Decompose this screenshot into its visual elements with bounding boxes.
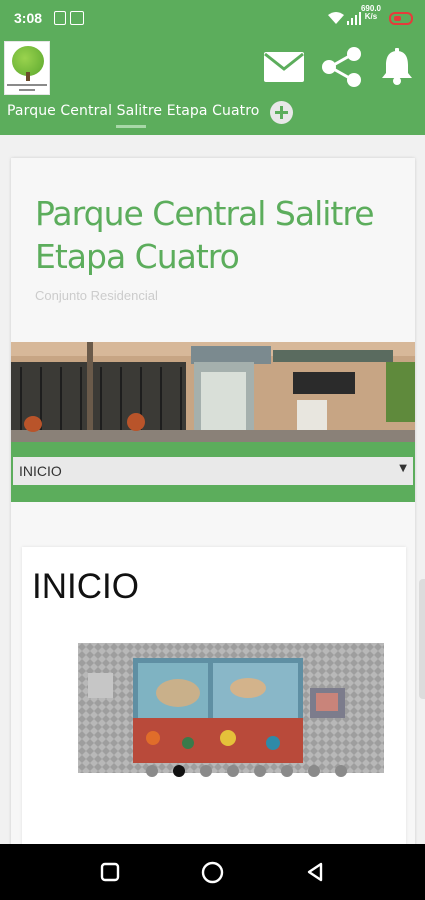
sim-icon bbox=[54, 11, 66, 25]
home-icon[interactable] bbox=[201, 861, 224, 884]
menu-bar: INICIO ▼ bbox=[11, 442, 415, 502]
status-bar: 3:08 690.0 K/s bbox=[0, 0, 425, 37]
logo-text-line-2 bbox=[19, 89, 35, 91]
carousel-dot[interactable] bbox=[254, 765, 266, 777]
network-speed-unit: K/s bbox=[364, 12, 378, 21]
site-subtitle: Conjunto Residencial bbox=[35, 288, 158, 303]
site-logo[interactable] bbox=[4, 41, 50, 95]
recents-icon[interactable] bbox=[100, 862, 120, 882]
carousel-dot[interactable] bbox=[200, 765, 212, 777]
logo-text-line bbox=[7, 84, 47, 86]
carousel-dot[interactable] bbox=[308, 765, 320, 777]
battery-icon bbox=[389, 12, 413, 25]
share-icon[interactable] bbox=[321, 47, 363, 87]
gallery-icon bbox=[70, 11, 84, 25]
app-bar: Parque Central Salitre Etapa Cuatro bbox=[0, 37, 425, 135]
wifi-icon bbox=[328, 12, 344, 24]
menu-select[interactable]: INICIO ▼ bbox=[13, 457, 413, 485]
site-tab-row: Parque Central Salitre Etapa Cuatro bbox=[0, 100, 425, 128]
section-heading: INICIO bbox=[32, 567, 139, 606]
content-area: Parque Central Salitre Etapa Cuatro Conj… bbox=[0, 135, 425, 867]
site-card: Parque Central Salitre Etapa Cuatro Conj… bbox=[11, 158, 415, 867]
tab-indicator bbox=[116, 125, 146, 128]
status-time: 3:08 bbox=[14, 10, 43, 26]
signal-icon bbox=[347, 12, 361, 25]
menu-select-value: INICIO bbox=[19, 463, 62, 479]
carousel-dot[interactable] bbox=[335, 765, 347, 777]
chevron-down-icon: ▼ bbox=[399, 463, 407, 474]
carousel-dot[interactable] bbox=[281, 765, 293, 777]
edge-panel-handle[interactable] bbox=[419, 579, 425, 699]
carousel-dot[interactable] bbox=[227, 765, 239, 777]
site-tab[interactable]: Parque Central Salitre Etapa Cuatro bbox=[7, 103, 259, 119]
mail-icon[interactable] bbox=[263, 51, 305, 83]
section-panel: INICIO bbox=[22, 547, 406, 867]
bell-icon[interactable] bbox=[380, 48, 414, 86]
system-nav-bar bbox=[0, 844, 425, 900]
banner-photo bbox=[11, 342, 415, 442]
logo-trunk bbox=[26, 72, 30, 81]
carousel-dot-active[interactable] bbox=[173, 765, 185, 777]
carousel-dot[interactable] bbox=[146, 765, 158, 777]
banner-image bbox=[11, 342, 415, 442]
add-icon[interactable] bbox=[270, 101, 293, 124]
mural-photo bbox=[78, 643, 384, 773]
network-speed: 690.0 K/s bbox=[361, 5, 381, 21]
site-title: Parque Central Salitre Etapa Cuatro bbox=[35, 194, 375, 276]
carousel-image[interactable] bbox=[78, 643, 384, 773]
back-icon[interactable] bbox=[305, 862, 325, 882]
